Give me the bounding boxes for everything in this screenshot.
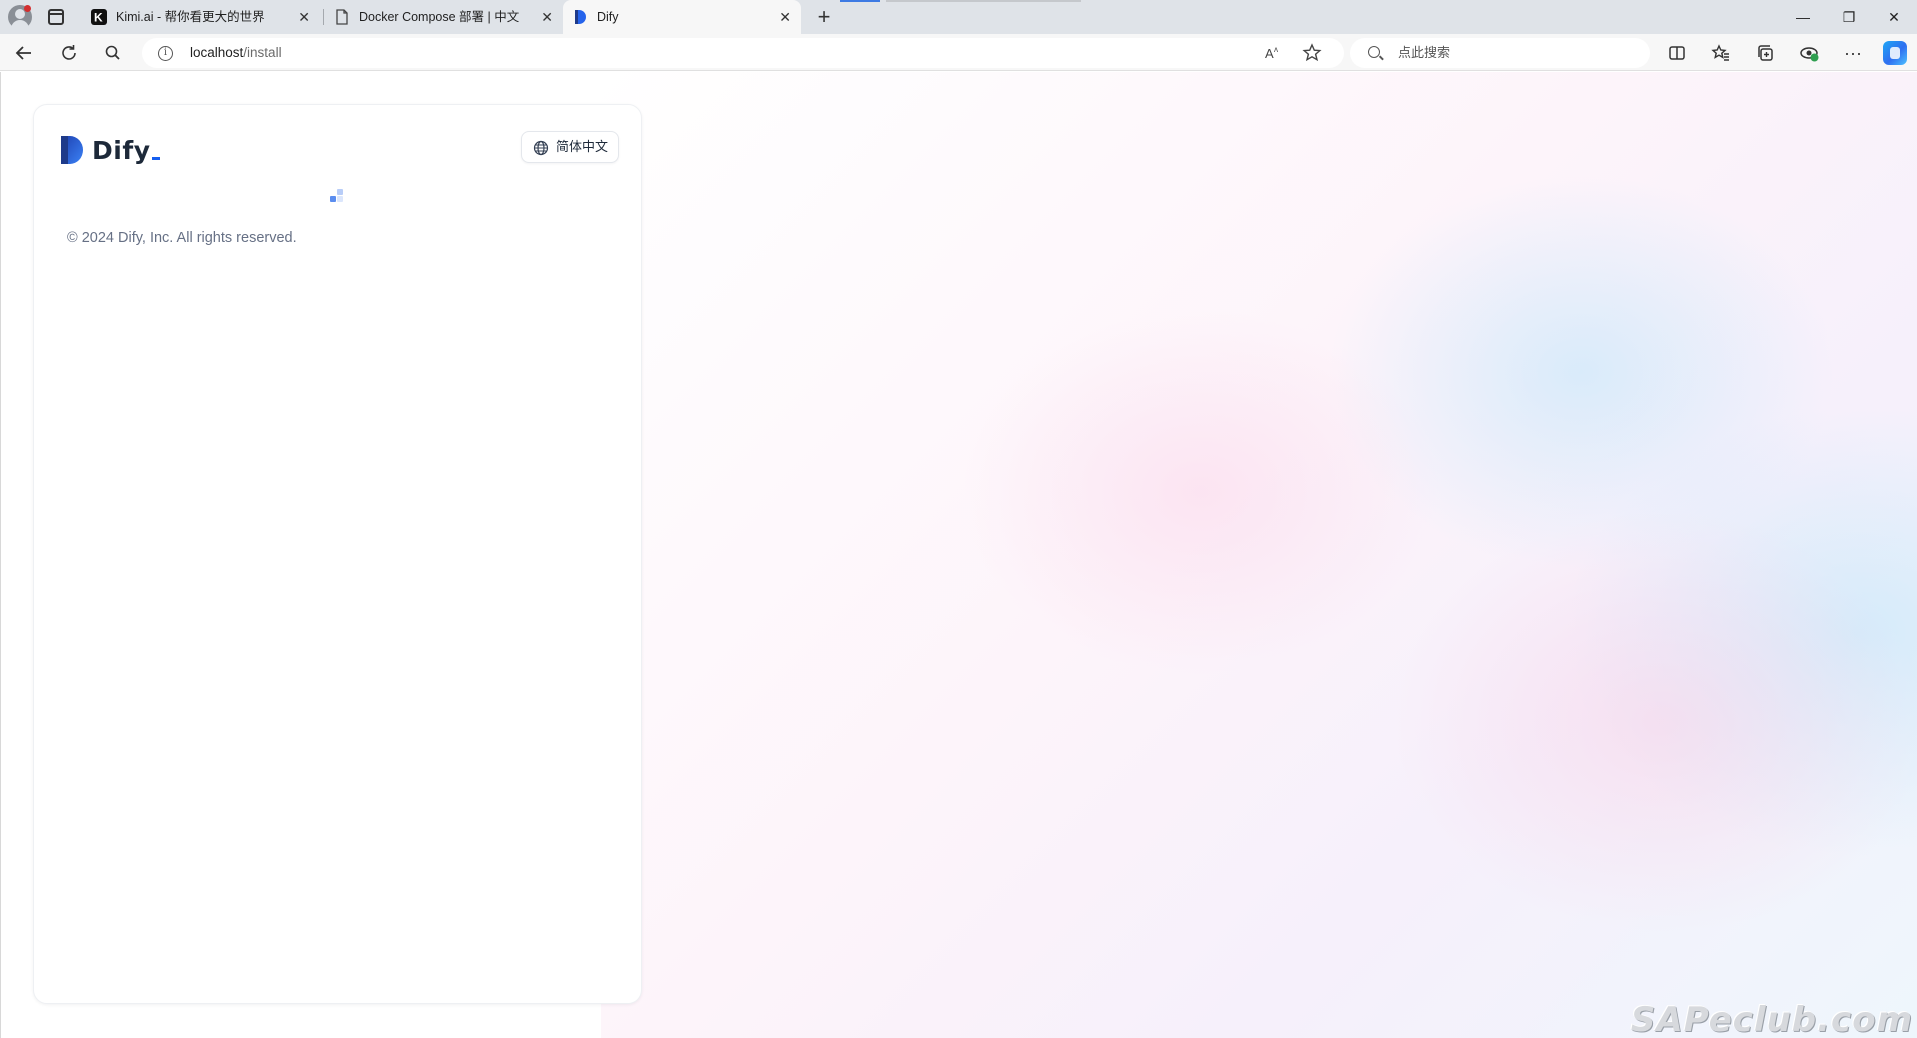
watermark-text: SAPeclub.com: [1630, 1000, 1913, 1038]
tab-docker-compose[interactable]: Docker Compose 部署 | 中文 ✕: [325, 0, 563, 34]
site-info-icon[interactable]: i: [158, 46, 173, 61]
restore-button[interactable]: ❐: [1826, 0, 1872, 34]
svg-text:ʌ: ʌ: [1274, 45, 1278, 54]
close-window-button[interactable]: ✕: [1871, 0, 1917, 34]
tab-dify[interactable]: Dify ✕: [563, 0, 801, 34]
tab-strip-line: [886, 0, 1081, 2]
favorites-icon[interactable]: [1708, 41, 1734, 65]
page-viewport: Dify 简体中文 © 2024 Dify, Inc. All rights r…: [0, 72, 1917, 1038]
notification-dot: [24, 5, 31, 12]
close-tab-icon[interactable]: ✕: [298, 0, 310, 34]
address-bar[interactable]: i localhost/install Aʌ: [142, 38, 1344, 68]
favorite-star-icon[interactable]: [1300, 41, 1324, 65]
collections-icon[interactable]: [1752, 41, 1778, 65]
copilot-icon[interactable]: [1883, 41, 1907, 65]
browser-toolbar: i localhost/install Aʌ 点此搜索 ···: [0, 34, 1917, 71]
read-aloud-icon[interactable]: Aʌ: [1261, 41, 1285, 65]
globe-icon: [533, 140, 549, 156]
tab-actions-icon[interactable]: [48, 9, 64, 25]
refresh-icon[interactable]: [57, 41, 81, 65]
search-icon: [1368, 46, 1380, 58]
loading-spinner-icon: [330, 189, 348, 207]
tab-loading-indicator: [840, 0, 880, 2]
browser-tab-bar: K Kimi.ai - 帮你看更大的世界 ✕ Docker Compose 部署…: [0, 0, 1917, 34]
page-favicon-icon: [336, 9, 348, 25]
svg-text:K: K: [94, 11, 103, 25]
install-card: Dify 简体中文 © 2024 Dify, Inc. All rights r…: [33, 104, 642, 1004]
back-arrow-icon[interactable]: [12, 41, 36, 65]
logo-cursor: [151, 156, 160, 160]
copyright-text: © 2024 Dify, Inc. All rights reserved.: [67, 230, 297, 246]
browser-essentials-icon[interactable]: [1796, 41, 1822, 65]
close-tab-icon[interactable]: ✕: [541, 0, 553, 34]
search-placeholder: 点此搜索: [1398, 45, 1451, 60]
tab-title: Dify: [597, 10, 619, 24]
logo-text: Dify: [92, 135, 151, 165]
more-options-icon[interactable]: ···: [1840, 41, 1866, 65]
svg-text:A: A: [1265, 46, 1274, 61]
search-icon[interactable]: [101, 41, 125, 65]
url-text[interactable]: localhost/install: [190, 38, 282, 68]
split-screen-icon[interactable]: [1664, 41, 1690, 65]
url-path: /install: [243, 45, 282, 60]
dify-favicon-icon: [575, 10, 586, 24]
close-tab-icon[interactable]: ✕: [779, 0, 791, 34]
tab-divider: [323, 9, 324, 25]
web-search-box[interactable]: 点此搜索: [1350, 38, 1650, 68]
language-selector-button[interactable]: 简体中文: [521, 131, 619, 163]
background-gradient: [601, 72, 1917, 1038]
dify-logo[interactable]: Dify: [60, 135, 160, 165]
tab-title: Kimi.ai - 帮你看更大的世界: [116, 10, 265, 24]
url-host: localhost: [190, 45, 244, 60]
tab-title: Docker Compose 部署 | 中文: [359, 10, 520, 24]
dify-logo-mark-icon: [61, 136, 83, 164]
new-tab-button[interactable]: +: [814, 4, 834, 30]
language-label: 简体中文: [556, 139, 609, 154]
minimize-button[interactable]: —: [1780, 0, 1826, 34]
kimi-favicon-icon: K: [91, 9, 107, 25]
tab-kimi[interactable]: K Kimi.ai - 帮你看更大的世界 ✕: [82, 0, 320, 34]
